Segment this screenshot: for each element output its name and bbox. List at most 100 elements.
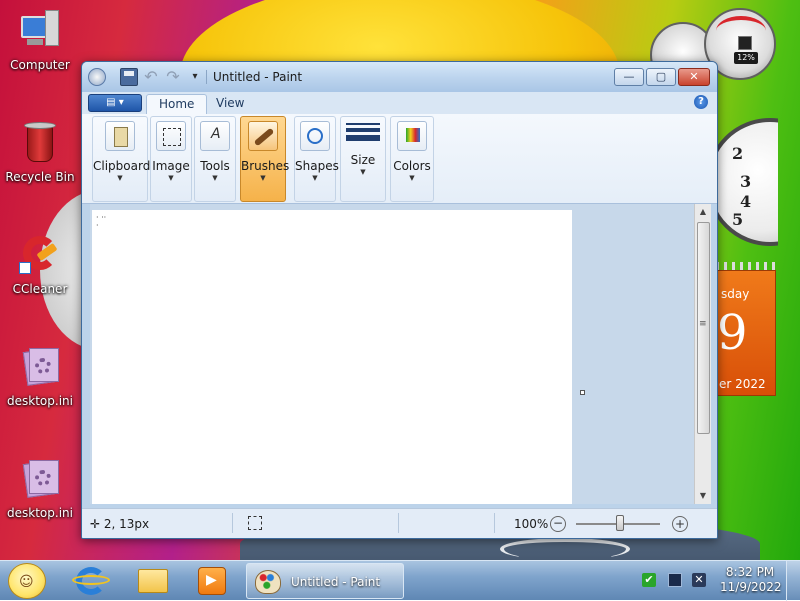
chevron-down-icon: ▼ [117,174,123,182]
undo-icon[interactable]: ↶ [142,68,160,86]
paint-palette-icon [255,570,281,594]
canvas-resize-handle[interactable] [580,390,585,395]
minimize-button[interactable]: — [614,68,644,86]
ribbon: Clipboard ▼ Image ▼ Tools ▼ Brushes ▼ Sh… [82,114,717,204]
config-file-icon [17,344,63,390]
clipboard-group[interactable]: Clipboard ▼ [92,116,151,202]
desktop-icon-label: desktop.ini [7,506,73,520]
clock-number: 4 [740,192,752,211]
recycle-bin-icon [17,120,63,166]
canvas-area: · ·· · [90,204,694,504]
calendar-date: 9 [717,305,748,361]
shapes-icon [300,121,330,151]
shapes-group[interactable]: Shapes ▼ [294,116,339,202]
desktop-icon-desktop-ini-1[interactable]: desktop.ini [2,344,78,408]
scroll-down-icon[interactable]: ▼ [695,488,711,504]
show-desktop-button[interactable] [786,561,800,601]
cpu-percent-label: 12% [734,52,758,64]
redo-icon[interactable]: ↷ [164,68,182,86]
media-player-icon [198,567,226,595]
close-button[interactable]: ✕ [678,68,710,86]
scrollbar-thumb[interactable] [697,222,710,434]
help-icon[interactable]: ? [694,95,708,109]
tab-view[interactable]: View [204,94,256,114]
action-center-icon[interactable]: ✔ [642,573,656,587]
selection-size-icon [248,516,262,530]
ccleaner-icon [17,232,63,278]
chip-icon [738,36,752,50]
paint-menu-button[interactable]: ▤ ▾ [88,94,142,112]
calendar-month-year: er 2022 [719,377,766,391]
group-label: Colors [393,159,431,173]
chevron-down-icon: ▼ [360,168,366,176]
internet-explorer-ring [72,575,110,585]
window-title: Untitled - Paint [213,70,303,84]
desktop-icon-recycle-bin[interactable]: Recycle Bin [2,120,78,184]
clock-number: 5 [732,210,744,229]
desktop-icon-label: Computer [10,58,70,72]
group-label: Tools [200,159,230,173]
taskbar-media-player[interactable] [186,565,236,597]
volume-muted-icon[interactable]: ✕ [692,573,706,587]
calendar-gadget[interactable]: sday 9 er 2022 [716,262,776,398]
cursor-position-value: 2, 13px [103,517,150,531]
title-bar[interactable]: ↶ ↷ ▾ Untitled - Paint — ▢ ✕ [82,62,717,92]
group-label: Shapes [295,159,339,173]
chevron-down-icon: ▼ [312,174,318,182]
paint-app-icon[interactable] [88,68,106,86]
taskbar-paint-task[interactable]: Untitled - Paint [246,563,404,599]
customize-quick-access-icon[interactable]: ▾ [186,68,204,86]
computer-icon [17,8,63,54]
taskbar-internet-explorer[interactable] [64,565,114,597]
size-group[interactable]: Size ▼ [340,116,386,202]
network-icon[interactable] [668,573,682,587]
system-clock[interactable]: 8:32 PM 11/9/2022 [720,565,782,595]
divider [494,513,495,533]
status-bar: ✛ 2, 13px 100% − + [82,508,717,538]
desktop-icon-label: Recycle Bin [5,170,75,184]
group-label: Clipboard [93,159,151,173]
group-label: Brushes [241,159,290,173]
desktop-icon-label: desktop.ini [7,394,73,408]
tools-group[interactable]: Tools ▼ [194,116,236,202]
line-size-icon [346,123,380,141]
taskbar: ☺ Untitled - Paint ✔ ✕ 8:32 PM 11/9/2022 [0,560,800,601]
select-icon [156,121,186,151]
config-file-icon [17,456,63,502]
image-group[interactable]: Image ▼ [150,116,192,202]
zoom-slider-thumb[interactable] [616,515,624,531]
desktop-icon-computer[interactable]: Computer [2,8,78,72]
taskbar-file-explorer[interactable] [126,565,176,597]
clock-number: 3 [740,172,752,191]
tab-home[interactable]: Home [146,94,208,114]
brushes-group[interactable]: Brushes ▼ [240,116,290,202]
zoom-in-button[interactable]: + [672,516,688,532]
brush-icon [248,121,278,151]
clock-number: 2 [732,144,744,163]
colors-group[interactable]: Colors ▼ [390,116,434,202]
start-button[interactable]: ☺ [8,563,46,599]
desktop-icon-ccleaner[interactable]: CCleaner [2,232,78,296]
zoom-out-button[interactable]: − [550,516,566,532]
zoom-level: 100% [514,517,549,531]
chevron-down-icon: ▼ [168,174,174,182]
chevron-down-icon: ▼ [409,174,415,182]
scroll-up-icon[interactable]: ▲ [695,204,711,220]
start-orb-icon: ☺ [19,574,34,590]
ribbon-tab-bar: ▤ ▾ Home View ? [82,92,717,114]
chevron-down-icon: ▼ [260,174,266,182]
divider [398,513,399,533]
wallpaper-shoe-lace [500,538,630,560]
desktop-icon-desktop-ini-2[interactable]: desktop.ini [2,456,78,520]
paint-window: ↶ ↷ ▾ Untitled - Paint — ▢ ✕ ▤ ▾ Home Vi… [81,61,718,539]
group-label: Size [350,153,376,167]
desktop-icon-label: CCleaner [12,282,68,296]
divider [232,513,233,533]
group-label: Image [152,159,190,173]
save-icon[interactable] [120,68,138,86]
maximize-button[interactable]: ▢ [646,68,676,86]
drawing-canvas[interactable]: · ·· · [92,210,572,504]
tools-icon [200,121,230,151]
vertical-scrollbar[interactable]: ▲ ▼ [694,204,711,504]
cursor-position: ✛ 2, 13px [90,517,150,531]
